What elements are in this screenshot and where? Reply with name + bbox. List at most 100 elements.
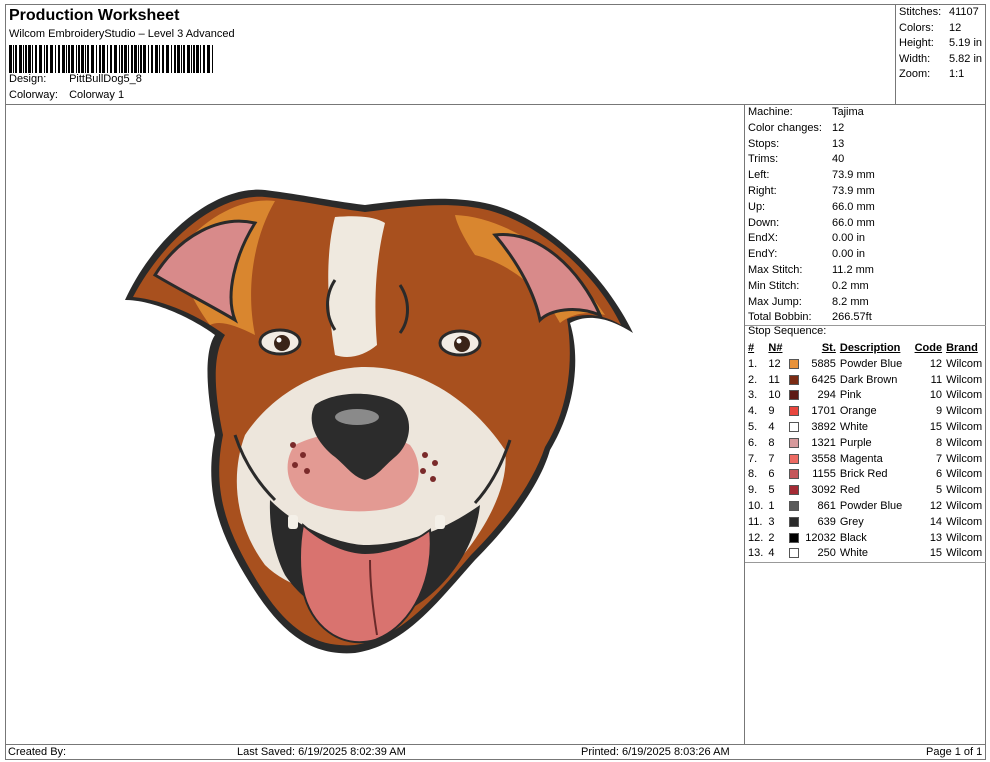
color-swatch bbox=[788, 358, 799, 369]
row-num: 8. bbox=[748, 468, 758, 481]
row-brand: Wilcom bbox=[946, 420, 983, 433]
row-swatch bbox=[787, 499, 801, 515]
row-code: 14 bbox=[929, 515, 943, 528]
color-swatch bbox=[788, 406, 799, 417]
color-swatch bbox=[788, 390, 799, 401]
color-swatch bbox=[788, 422, 799, 433]
table-header-row: # N# St. Description Code Brand bbox=[746, 341, 985, 357]
row-brand: Wilcom bbox=[946, 499, 983, 512]
row-num: 12. bbox=[748, 531, 764, 544]
info-trims: Trims: 40 bbox=[748, 153, 845, 166]
row-code: 15 bbox=[929, 420, 943, 433]
row-description: Orange bbox=[839, 405, 877, 418]
row-brand: Wilcom bbox=[946, 515, 983, 528]
row-stitches: 1155 bbox=[812, 468, 836, 481]
row-brand: Wilcom bbox=[946, 484, 983, 497]
row-description: Purple bbox=[839, 436, 872, 449]
info-endx: EndX: 0.00 in bbox=[748, 232, 866, 245]
table-row: 6. 8 1321 Purple 8 Wilcom bbox=[746, 436, 985, 452]
row-description: Dark Brown bbox=[839, 373, 898, 386]
row-description: Brick Red bbox=[839, 468, 888, 481]
left-pupil bbox=[274, 335, 290, 351]
info-left: Left: 73.9 mm bbox=[748, 169, 875, 182]
row-num: 3. bbox=[748, 389, 758, 402]
color-swatch bbox=[788, 453, 799, 464]
stat-stitches: Stitches: 41107 bbox=[899, 6, 979, 18]
info-machine: Machine: Tajima bbox=[748, 106, 864, 118]
row-description: Black bbox=[839, 531, 867, 544]
row-brand: Wilcom bbox=[946, 405, 983, 418]
table-row: 4. 9 1701 Orange 9 Wilcom bbox=[746, 404, 985, 420]
table-row: 10. 1 861 Powder Blue 12 Wilcom bbox=[746, 499, 985, 515]
colorway-value: Colorway 1 bbox=[69, 89, 125, 101]
row-swatch bbox=[787, 467, 801, 483]
row-stitches: 1321 bbox=[811, 436, 836, 449]
design-preview bbox=[5, 105, 745, 744]
info-endy: EndY: 0.00 in bbox=[748, 248, 866, 261]
stop-sequence-label: Stop Sequence: bbox=[748, 325, 827, 337]
left-eye-glint bbox=[276, 337, 282, 343]
row-brand: Wilcom bbox=[946, 357, 983, 370]
info-up: Up: 66.0 mm bbox=[748, 200, 875, 213]
col-num: # bbox=[748, 342, 755, 354]
row-needle: 7 bbox=[768, 452, 775, 465]
row-needle: 10 bbox=[768, 389, 781, 402]
row-code: 11 bbox=[930, 373, 943, 386]
row-stitches: 3558 bbox=[811, 452, 836, 465]
footer-created-by: Created By: bbox=[8, 746, 67, 758]
row-num: 2. bbox=[748, 373, 758, 386]
software-subtitle: Wilcom EmbroideryStudio – Level 3 Advanc… bbox=[9, 28, 235, 40]
row-num: 1. bbox=[748, 357, 758, 370]
col-st: St. bbox=[821, 342, 836, 354]
info-color-changes: Color changes: 12 bbox=[748, 121, 845, 134]
info-down: Down: 66.0 mm bbox=[748, 216, 875, 229]
row-code: 6 bbox=[935, 468, 943, 481]
row-needle: 8 bbox=[768, 436, 775, 449]
table-bottom-divider bbox=[745, 562, 986, 563]
row-description: Red bbox=[839, 484, 861, 497]
info-stops: Stops: 13 bbox=[748, 137, 845, 150]
barcode-icon bbox=[9, 45, 213, 73]
stat-colors: Colors: 12 bbox=[899, 21, 962, 34]
design-row: Design: PittBullDog5_8 bbox=[9, 73, 142, 85]
info-max-stitch: Max Stitch: 11.2 mm bbox=[748, 264, 874, 276]
row-num: 13. bbox=[748, 547, 764, 560]
info-total-bobbin: Total Bobbin: 266.57ft bbox=[748, 311, 872, 324]
row-swatch bbox=[787, 515, 801, 531]
row-stitches: 12032 bbox=[805, 531, 836, 544]
row-needle: 5 bbox=[768, 484, 775, 497]
table-row: 7. 7 3558 Magenta 7 Wilcom bbox=[746, 452, 985, 468]
design-value: PittBullDog5_8 bbox=[69, 73, 142, 85]
col-description: Description bbox=[839, 342, 901, 354]
row-code: 12 bbox=[929, 499, 943, 512]
row-brand: Wilcom bbox=[946, 373, 983, 386]
table-row: 9. 5 3092 Red 5 Wilcom bbox=[746, 483, 985, 499]
row-swatch bbox=[787, 436, 801, 452]
row-code: 10 bbox=[929, 389, 943, 402]
table-row: 3. 10 294 Pink 10 Wilcom bbox=[746, 388, 985, 404]
row-swatch bbox=[787, 420, 801, 436]
color-swatch bbox=[788, 469, 799, 480]
machine-info-panel: Machine: Tajima Color changes: 12 Stops: 13… bbox=[745, 105, 986, 744]
row-code: 7 bbox=[935, 452, 943, 465]
row-description: Grey bbox=[839, 515, 864, 528]
row-code: 8 bbox=[935, 436, 943, 449]
row-needle: 12 bbox=[768, 357, 781, 370]
row-swatch bbox=[787, 373, 801, 389]
right-eye-glint bbox=[456, 338, 462, 344]
table-row: 8. 6 1155 Brick Red 6 Wilcom bbox=[746, 467, 985, 483]
color-swatch bbox=[788, 548, 799, 559]
row-needle: 2 bbox=[768, 531, 775, 544]
row-num: 4. bbox=[748, 405, 758, 418]
row-brand: Wilcom bbox=[946, 547, 983, 560]
row-needle: 3 bbox=[768, 515, 775, 528]
stat-width: Width: 5.82 in bbox=[899, 52, 983, 65]
info-max-jump: Max Jump: 8.2 mm bbox=[748, 295, 869, 308]
footer-page-number: Page 1 of 1 bbox=[926, 746, 983, 758]
row-brand: Wilcom bbox=[946, 468, 983, 481]
row-description: Powder Blue bbox=[839, 499, 903, 512]
design-stats: Stitches: 41107 Colors: 12 Height: 5.19 in … bbox=[895, 4, 986, 105]
row-needle: 9 bbox=[768, 405, 775, 418]
row-num: 10. bbox=[748, 499, 764, 512]
tooth-right bbox=[435, 515, 445, 529]
